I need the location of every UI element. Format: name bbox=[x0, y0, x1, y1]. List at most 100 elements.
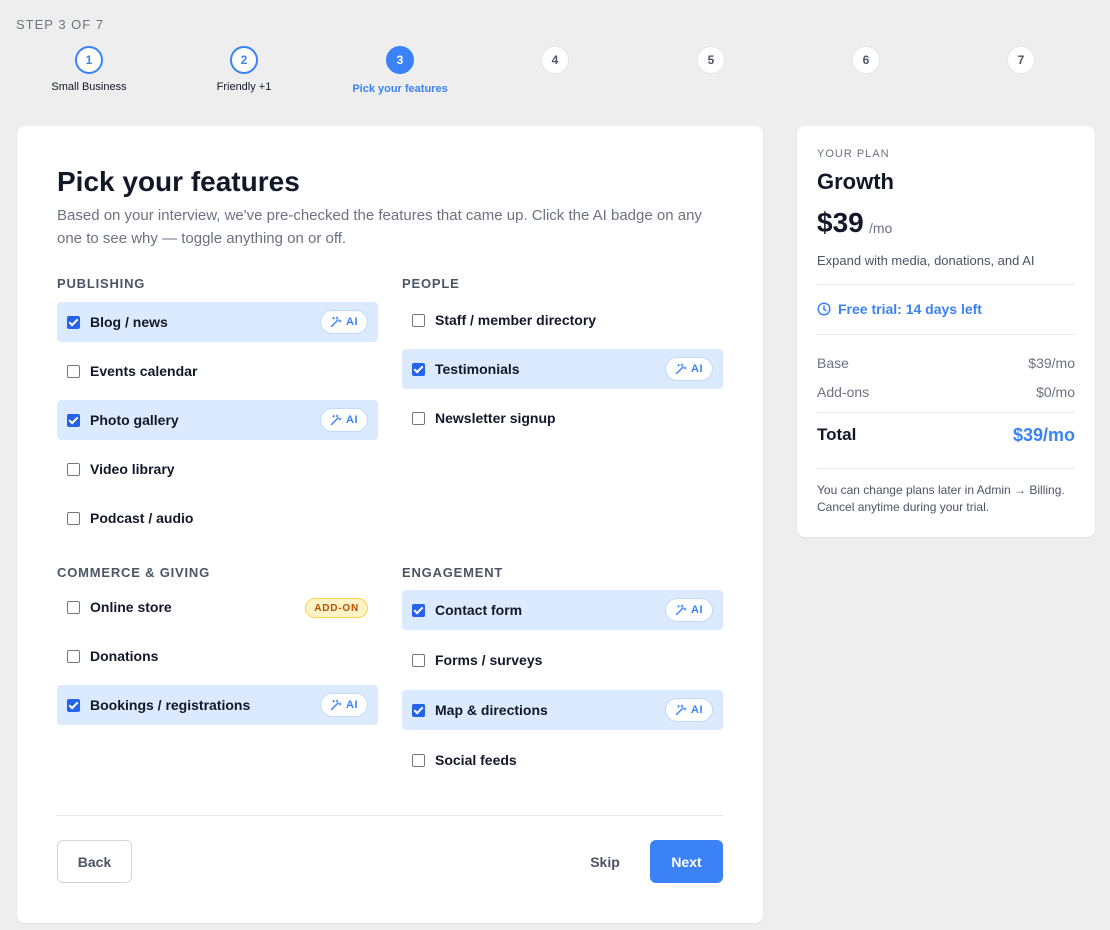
addons-row: Add-ons $0/mo bbox=[817, 384, 1075, 400]
section-title: PEOPLE bbox=[402, 276, 460, 291]
feature-label: Video library bbox=[90, 461, 175, 477]
ai-badge[interactable]: AI bbox=[320, 693, 368, 717]
feature-checkbox[interactable] bbox=[412, 753, 425, 767]
divider bbox=[817, 468, 1075, 469]
feature-checkbox[interactable] bbox=[412, 653, 425, 667]
addons-label: Add-ons bbox=[817, 384, 870, 400]
step-3[interactable]: 3 Pick your features bbox=[322, 46, 478, 95]
feature-label: Social feeds bbox=[435, 752, 517, 768]
step-4[interactable]: 4 bbox=[477, 46, 633, 74]
ai-badge[interactable]: AI bbox=[665, 357, 713, 381]
feature-label: Testimonials bbox=[435, 361, 520, 377]
feature-row[interactable]: Photo gallery AI bbox=[57, 400, 378, 440]
feature-row[interactable]: Donations bbox=[57, 636, 378, 676]
feature-row[interactable]: Bookings / registrations AI bbox=[57, 685, 378, 725]
feature-row[interactable]: Testimonials AI bbox=[402, 349, 723, 389]
step-circle: 5 bbox=[697, 46, 725, 74]
feature-row[interactable]: Online store ADD-ON bbox=[57, 587, 378, 627]
ai-badge[interactable]: AI bbox=[665, 698, 713, 722]
feature-label: Map & directions bbox=[435, 702, 548, 718]
total-label: Total bbox=[817, 425, 857, 444]
feature-checkbox[interactable] bbox=[67, 413, 80, 427]
section-title: PUBLISHING bbox=[57, 276, 146, 291]
back-button[interactable]: Back bbox=[57, 840, 132, 883]
ai-badge[interactable]: AI bbox=[320, 408, 368, 432]
step-circle: 4 bbox=[541, 46, 569, 74]
plan-kicker: YOUR PLAN bbox=[817, 148, 890, 160]
feature-label: Donations bbox=[90, 648, 159, 664]
next-button[interactable]: Next bbox=[650, 840, 723, 883]
step-circle: 6 bbox=[852, 46, 880, 74]
feature-label: Photo gallery bbox=[90, 412, 179, 428]
skip-button[interactable]: Skip bbox=[575, 840, 635, 883]
magic-wand-icon bbox=[330, 414, 342, 426]
ai-badge-label: AI bbox=[346, 316, 358, 328]
plan-name: Growth bbox=[817, 169, 894, 194]
divider bbox=[817, 412, 1075, 413]
ai-badge-label: AI bbox=[346, 414, 358, 426]
features-card: Pick your features Based on your intervi… bbox=[17, 126, 763, 923]
feature-label: Newsletter signup bbox=[435, 410, 556, 426]
feature-checkbox[interactable] bbox=[67, 364, 80, 378]
ai-badge-label: AI bbox=[691, 604, 703, 616]
feature-label: Staff / member directory bbox=[435, 312, 597, 328]
clock-icon bbox=[817, 302, 831, 316]
ai-badge-label: AI bbox=[346, 699, 358, 711]
feature-checkbox[interactable] bbox=[412, 411, 425, 425]
ai-badge-label: AI bbox=[691, 363, 703, 375]
feature-row[interactable]: Podcast / audio bbox=[57, 498, 378, 538]
feature-label: Forms / surveys bbox=[435, 652, 543, 668]
magic-wand-icon bbox=[330, 699, 342, 711]
step-6[interactable]: 6 bbox=[788, 46, 944, 74]
feature-row[interactable]: Forms / surveys bbox=[402, 640, 723, 680]
feature-label: Blog / news bbox=[90, 314, 168, 330]
step-label: Friendly +1 bbox=[216, 81, 272, 93]
base-row: Base $39/mo bbox=[817, 355, 1075, 371]
feature-checkbox[interactable] bbox=[412, 362, 425, 376]
total-row: Total $39/mo bbox=[817, 425, 1075, 446]
trial-status: Free trial: 14 days left bbox=[817, 301, 982, 317]
addons-value: $0/mo bbox=[1036, 384, 1075, 400]
feature-checkbox[interactable] bbox=[67, 600, 80, 614]
plan-note: You can change plans later in Admin → Bi… bbox=[817, 483, 1065, 514]
trial-text: Free trial: 14 days left bbox=[838, 301, 982, 317]
feature-checkbox[interactable] bbox=[67, 511, 80, 525]
step-7[interactable]: 7 bbox=[943, 46, 1099, 74]
step-1[interactable]: 1 Small Business bbox=[11, 46, 167, 93]
feature-label: Contact form bbox=[435, 602, 523, 618]
page-title: Pick your features bbox=[57, 166, 300, 197]
feature-checkbox[interactable] bbox=[412, 313, 425, 327]
magic-wand-icon bbox=[675, 604, 687, 616]
base-value: $39/mo bbox=[1028, 355, 1075, 371]
feature-row[interactable]: Newsletter signup bbox=[402, 398, 723, 438]
feature-row[interactable]: Staff / member directory bbox=[402, 300, 723, 340]
feature-label: Online store bbox=[90, 599, 172, 615]
feature-checkbox[interactable] bbox=[67, 698, 80, 712]
total-value: $39/mo bbox=[1012, 425, 1075, 445]
magic-wand-icon bbox=[675, 704, 687, 716]
feature-checkbox[interactable] bbox=[412, 703, 425, 717]
feature-row[interactable]: Blog / news AI bbox=[57, 302, 378, 342]
plan-description: Expand with media, donations, and AI bbox=[817, 253, 1035, 268]
feature-row[interactable]: Video library bbox=[57, 449, 378, 489]
divider bbox=[817, 334, 1075, 335]
section-commerce: COMMERCE & GIVING Online store ADD-ON Dona… bbox=[57, 565, 378, 725]
feature-row[interactable]: Social feeds bbox=[402, 740, 723, 780]
feature-label: Podcast / audio bbox=[90, 510, 194, 526]
feature-row[interactable]: Contact form AI bbox=[402, 590, 723, 630]
ai-badge[interactable]: AI bbox=[665, 598, 713, 622]
step-2[interactable]: 2 Friendly +1 bbox=[166, 46, 322, 93]
feature-checkbox[interactable] bbox=[67, 649, 80, 663]
feature-label: Bookings / registrations bbox=[90, 697, 251, 713]
magic-wand-icon bbox=[675, 363, 687, 375]
feature-row[interactable]: Map & directions AI bbox=[402, 690, 723, 730]
step-label: Small Business bbox=[51, 81, 127, 93]
feature-row[interactable]: Events calendar bbox=[57, 351, 378, 391]
ai-badge[interactable]: AI bbox=[320, 310, 368, 334]
feature-checkbox[interactable] bbox=[67, 462, 80, 476]
divider bbox=[817, 284, 1075, 285]
intro-text: Based on your interview, we've pre-check… bbox=[57, 207, 702, 247]
feature-checkbox[interactable] bbox=[412, 603, 425, 617]
step-5[interactable]: 5 bbox=[633, 46, 789, 74]
feature-checkbox[interactable] bbox=[67, 315, 80, 329]
